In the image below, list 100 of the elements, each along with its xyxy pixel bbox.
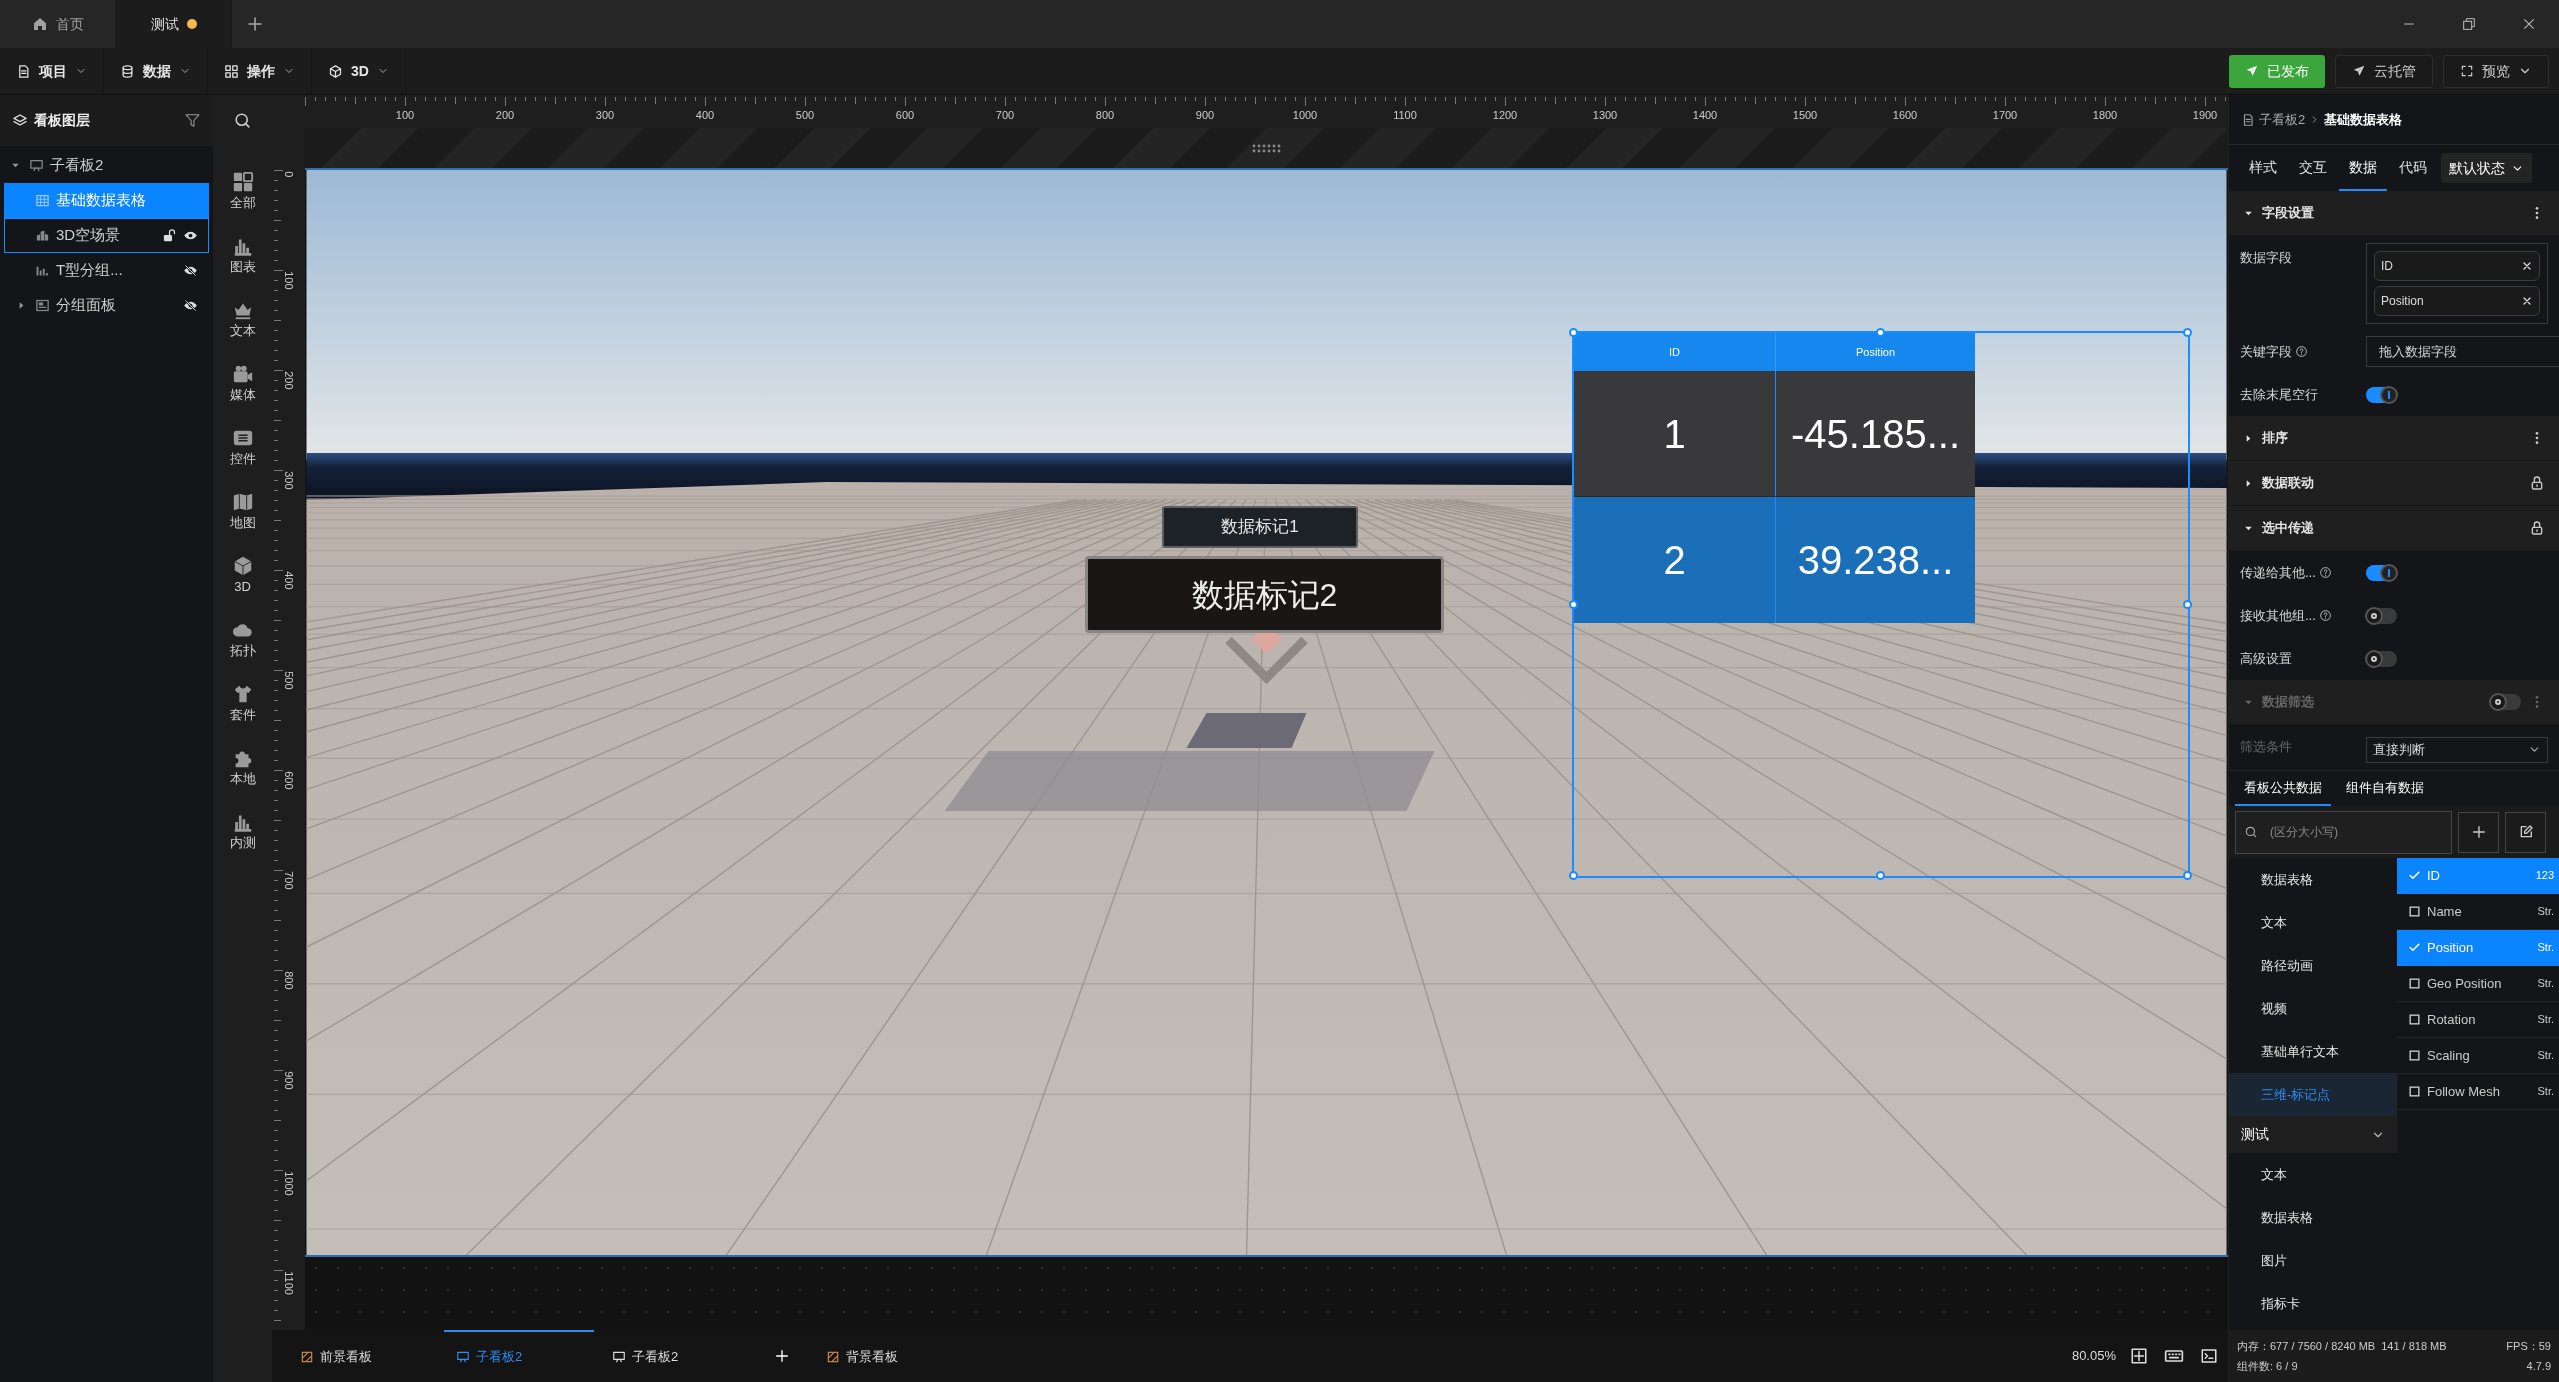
list-item[interactable]: 指标卡 <box>2229 1282 2397 1325</box>
cloud-button[interactable]: 云托管 <box>2335 54 2433 88</box>
lock-icon[interactable] <box>2529 475 2545 491</box>
category-button[interactable]: 地图 <box>216 480 269 544</box>
filter-icon[interactable] <box>184 112 201 129</box>
remove-icon[interactable] <box>2521 295 2533 307</box>
resize-handle[interactable] <box>2183 328 2192 337</box>
group-header[interactable]: 测试 <box>2229 1116 2397 1153</box>
list-item[interactable]: 图片 <box>2229 1239 2397 1282</box>
close-icon[interactable] <box>2521 16 2537 32</box>
eye-off-icon[interactable] <box>183 298 198 313</box>
terminal-icon[interactable] <box>2200 1347 2218 1365</box>
board-tab[interactable]: 背景看板 <box>814 1330 964 1382</box>
plus-icon <box>2470 824 2487 840</box>
board-tab[interactable]: 子看板2 <box>600 1330 750 1382</box>
breadcrumb-current: 基础数据表格 <box>2324 110 2403 129</box>
resize-handle[interactable] <box>1569 599 1578 609</box>
list-item[interactable]: 三维-标记点 <box>2229 1073 2397 1116</box>
list-item[interactable]: 文本 <box>2229 1153 2397 1196</box>
category-button[interactable]: 全部 <box>216 160 269 224</box>
field-row[interactable]: Position Str. <box>2397 930 2559 966</box>
field-row[interactable]: Scaling Str. <box>2397 1038 2559 1074</box>
lock-icon[interactable] <box>2529 520 2545 536</box>
section-header[interactable]: 数据联动 <box>2229 461 2559 506</box>
list-item[interactable]: 基础单行文本 <box>2229 1030 2397 1073</box>
menu-button[interactable]: 项目 <box>0 47 104 95</box>
list-item[interactable]: 数据表格 <box>2229 1196 2397 1239</box>
field-row[interactable]: Rotation Str. <box>2397 1002 2559 1038</box>
panel-tab[interactable]: 交互 <box>2289 145 2337 191</box>
state-select[interactable]: 默认状态 <box>2441 153 2532 183</box>
toggle-switch[interactable] <box>2366 607 2397 624</box>
menu-button[interactable]: 3D <box>312 47 406 95</box>
help-icon[interactable] <box>2318 609 2332 622</box>
resize-handle[interactable] <box>2183 871 2192 880</box>
eye-off-icon[interactable] <box>183 263 198 278</box>
resize-handle[interactable] <box>1876 328 1885 337</box>
category-button[interactable]: 内测 <box>216 800 269 864</box>
toggle-switch[interactable] <box>2366 386 2397 403</box>
window-tab[interactable]: 测试 <box>116 0 232 48</box>
board-tab[interactable]: 前景看板 <box>288 1330 438 1382</box>
list-item[interactable]: 数据表格 <box>2229 858 2397 901</box>
menu-button[interactable]: 数据 <box>104 47 208 95</box>
list-item[interactable]: 视频 <box>2229 987 2397 1030</box>
panel-tab[interactable]: 样式 <box>2239 145 2287 191</box>
edit-button[interactable] <box>2505 811 2546 853</box>
category-button[interactable]: 图表 <box>216 224 269 288</box>
category-button[interactable]: 拓扑 <box>216 608 269 672</box>
menu-button[interactable]: 操作 <box>208 47 312 95</box>
help-icon[interactable] <box>2318 566 2332 579</box>
toggle-switch[interactable] <box>2366 564 2397 581</box>
remove-icon[interactable] <box>2521 260 2533 272</box>
field-label: 接收其他组... <box>2240 606 2316 625</box>
breadcrumb-link[interactable]: 子看板2 <box>2259 109 2306 130</box>
layer-item[interactable]: 分组面板 <box>4 288 209 323</box>
section-header[interactable]: 字段设置 <box>2229 191 2559 236</box>
category-button[interactable]: 套件 <box>216 672 269 736</box>
category-button[interactable]: 文本 <box>216 288 269 352</box>
input-field[interactable]: 拖入数据字段 <box>2366 336 2559 367</box>
drop-field[interactable]: ID Position <box>2366 243 2548 324</box>
resize-handle[interactable] <box>1569 328 1578 337</box>
add-icon[interactable] <box>774 1348 790 1364</box>
resize-handle[interactable] <box>2183 599 2192 609</box>
resize-handle[interactable] <box>1876 871 1885 880</box>
category-button[interactable]: 媒体 <box>216 352 269 416</box>
layer-item[interactable]: 3D空场景 <box>4 218 209 253</box>
search-icon[interactable] <box>233 111 252 130</box>
data-tab[interactable]: 组件自有数据 <box>2337 771 2433 806</box>
board-tab[interactable]: 子看板2 <box>444 1330 594 1382</box>
search-field[interactable]: (区分大小写) <box>2235 810 2452 854</box>
field-chip[interactable]: Position <box>2374 286 2540 316</box>
field-chip[interactable]: ID <box>2374 251 2540 281</box>
layer-label: 分组面板 <box>56 295 117 316</box>
field-row[interactable]: Follow Mesh Str. <box>2397 1074 2559 1110</box>
toggle-switch[interactable] <box>2366 650 2397 667</box>
section-header[interactable]: 排序 <box>2229 416 2559 461</box>
layer-item[interactable]: 子看板2 <box>4 148 209 183</box>
help-icon[interactable] <box>2295 345 2308 358</box>
add-button[interactable] <box>2458 811 2499 853</box>
layer-item[interactable]: 基础数据表格 <box>4 183 209 218</box>
list-item[interactable]: 路径动画 <box>2229 944 2397 987</box>
category-button[interactable]: 本地 <box>216 736 269 800</box>
unlock-icon[interactable] <box>162 228 177 243</box>
field-row[interactable]: Geo Position Str. <box>2397 966 2559 1002</box>
restore-icon[interactable] <box>2461 16 2477 32</box>
field-row[interactable]: ID 123 <box>2397 858 2559 894</box>
ruler-label: 1700 <box>1992 108 2018 123</box>
category-button[interactable]: 3D <box>216 544 269 608</box>
table-row[interactable]: 1 -45.185... <box>1574 371 1975 497</box>
resize-handle[interactable] <box>1569 871 1578 880</box>
fit-screen-icon[interactable] <box>2130 1347 2148 1365</box>
list-item[interactable]: 文本 <box>2229 901 2397 944</box>
layer-item[interactable]: T型分组... <box>4 253 209 288</box>
buildings-icon <box>35 228 50 243</box>
section-header[interactable]: 选中传递 <box>2229 506 2559 551</box>
version-label: 4.7.9 <box>2526 1359 2551 1374</box>
panel-tab[interactable]: 代码 <box>2389 145 2437 191</box>
preview-button[interactable]: 预览 <box>2443 54 2549 88</box>
new-tab-icon[interactable] <box>246 15 264 33</box>
category-button[interactable]: 控件 <box>216 416 269 480</box>
table-row[interactable]: 2 39.238... <box>1574 497 1975 623</box>
